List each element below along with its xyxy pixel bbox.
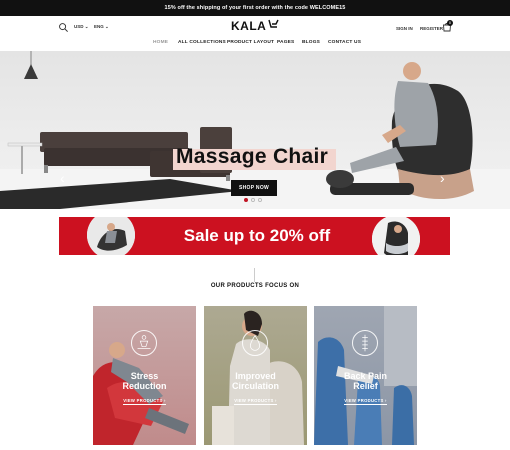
search-icon[interactable] bbox=[58, 22, 69, 33]
promo-text: 15% off the shipping of your first order… bbox=[164, 5, 346, 11]
card-title: Stress Reduction bbox=[93, 371, 196, 391]
arrow-right-icon: › bbox=[385, 398, 387, 403]
hero-slider: Massage Chair SHOP NOW ‹ › bbox=[0, 51, 510, 209]
card-title-line2: Circulation bbox=[231, 381, 279, 391]
meditation-icon bbox=[131, 330, 157, 356]
view-products-link[interactable]: VIEW PRODUCTS › bbox=[314, 398, 417, 405]
card-title: Improved Circulation bbox=[204, 371, 307, 391]
view-products-label: VIEW PRODUCTS bbox=[234, 398, 274, 405]
chevron-down-icon: ⌄ bbox=[84, 24, 89, 29]
shop-now-button[interactable]: SHOP NOW bbox=[231, 180, 277, 196]
sale-banner[interactable]: Sale up to 20% off bbox=[59, 217, 450, 255]
site-logo[interactable]: KALA bbox=[231, 19, 279, 33]
site-header: USD ⌄ ENG ⌄ KALA SIGN IN REGISTER 0 bbox=[0, 16, 510, 38]
focus-card-back-pain[interactable]: Back Pain Relief VIEW PRODUCTS › bbox=[314, 306, 417, 445]
chevron-right-icon[interactable]: › bbox=[440, 171, 445, 185]
nav-item-home[interactable]: HOME bbox=[153, 40, 168, 45]
currency-select[interactable]: USD ⌄ bbox=[74, 24, 89, 30]
nav-item-all-collections[interactable]: ALL COLLECTIONS bbox=[178, 40, 226, 45]
arrow-right-icon: › bbox=[275, 398, 277, 403]
focus-card-stress[interactable]: Stress Reduction VIEW PRODUCTS › bbox=[93, 306, 196, 445]
arrow-right-icon: › bbox=[164, 398, 166, 403]
main-nav: HOME ALL COLLECTIONS PRODUCT LAYOUT PAGES BL… bbox=[0, 38, 510, 50]
chair-logo-icon bbox=[268, 19, 279, 28]
language-value: ENG bbox=[94, 24, 104, 29]
chevron-left-icon[interactable]: ‹ bbox=[60, 171, 65, 185]
nav-item-pages[interactable]: PAGES bbox=[277, 40, 294, 45]
slider-dot-3[interactable] bbox=[258, 198, 262, 202]
card-title-line1: Back Pain bbox=[343, 371, 388, 381]
currency-value: USD bbox=[74, 24, 84, 29]
section-title: OUR PRODUCTS FOCUS ON bbox=[210, 283, 300, 289]
view-products-label: VIEW PRODUCTS bbox=[123, 398, 163, 405]
sale-chair-image-right bbox=[372, 217, 420, 255]
language-select[interactable]: ENG ⌄ bbox=[94, 24, 109, 30]
nav-item-contact-us[interactable]: CONTACT US bbox=[328, 40, 361, 45]
cart-count-badge: 0 bbox=[447, 20, 453, 26]
nav-item-blogs[interactable]: BLOGS bbox=[302, 40, 320, 45]
card-title-line1: Improved bbox=[235, 371, 276, 381]
card-title-line2: Relief bbox=[353, 381, 378, 391]
view-products-link[interactable]: VIEW PRODUCTS › bbox=[93, 398, 196, 405]
nav-item-product-layout[interactable]: PRODUCT LAYOUT bbox=[227, 40, 274, 45]
card-title-line2: Reduction bbox=[122, 381, 167, 391]
register-link[interactable]: REGISTER bbox=[420, 26, 443, 31]
sign-in-link[interactable]: SIGN IN bbox=[396, 26, 413, 31]
sale-text: Sale up to 20% off bbox=[183, 226, 331, 245]
sale-chair-image-left bbox=[87, 217, 135, 255]
chevron-down-icon: ⌄ bbox=[105, 24, 109, 29]
section-divider bbox=[254, 268, 255, 282]
spine-icon bbox=[352, 330, 378, 356]
view-products-label: VIEW PRODUCTS bbox=[344, 398, 384, 405]
focus-card-circulation[interactable]: Improved Circulation VIEW PRODUCTS › bbox=[204, 306, 307, 445]
view-products-link[interactable]: VIEW PRODUCTS › bbox=[204, 398, 307, 405]
droplet-icon bbox=[242, 330, 268, 356]
promo-bar: 15% off the shipping of your first order… bbox=[0, 0, 510, 16]
slider-dot-1[interactable] bbox=[244, 198, 248, 202]
slider-dot-2[interactable] bbox=[251, 198, 255, 202]
card-title-line1: Stress bbox=[130, 371, 159, 381]
logo-text: KALA bbox=[231, 19, 267, 33]
hero-title: Massage Chair bbox=[176, 145, 329, 168]
card-title: Back Pain Relief bbox=[314, 371, 417, 391]
